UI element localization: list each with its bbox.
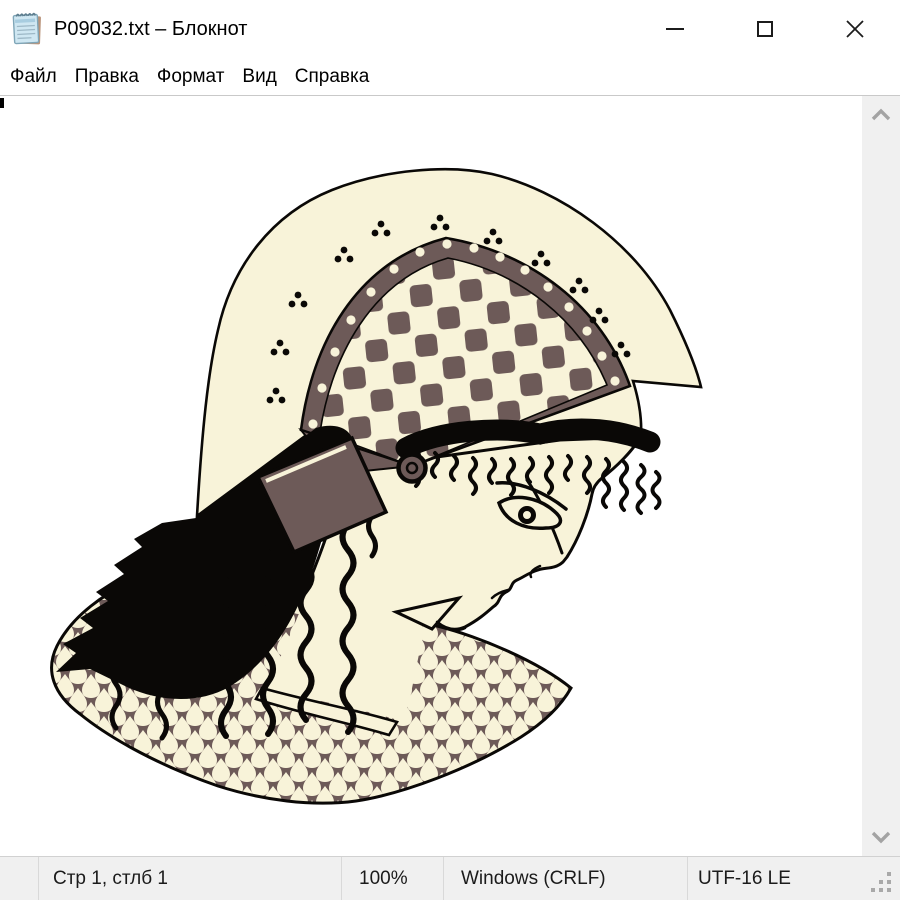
menu-edit[interactable]: Правка [66, 58, 148, 95]
notepad-window: { "window": { "title": "P09032.txt – Бло… [0, 0, 900, 900]
crest-rosette [399, 455, 426, 482]
minimize-button[interactable] [630, 0, 720, 58]
maximize-button[interactable] [720, 0, 810, 58]
notepad-icon [9, 10, 45, 48]
menu-view[interactable]: Вид [233, 58, 285, 95]
menu-bar: Файл Правка Формат Вид Справка [0, 58, 900, 96]
scroll-up-button[interactable] [862, 96, 900, 134]
vertical-scrollbar[interactable] [862, 96, 900, 856]
chevron-up-icon [870, 108, 892, 122]
close-button[interactable] [810, 0, 900, 58]
close-icon [845, 19, 865, 39]
window-controls [630, 0, 900, 58]
status-line-ending: Windows (CRLF) [443, 857, 687, 900]
status-spacer [0, 857, 38, 900]
menu-format[interactable]: Формат [148, 58, 234, 95]
minimize-icon [666, 28, 684, 30]
maximize-icon [757, 21, 773, 37]
menu-help[interactable]: Справка [286, 58, 379, 95]
resize-grip-icon[interactable] [868, 869, 894, 895]
status-zoom-level: 100% [341, 857, 443, 900]
status-cursor-position: Стр 1, стлб 1 [38, 857, 341, 900]
window-title: P09032.txt – Блокнот [54, 18, 247, 41]
chevron-down-icon [870, 830, 892, 844]
ascii-art-image [0, 96, 862, 856]
title-bar: P09032.txt – Блокнот [0, 0, 900, 58]
scroll-down-button[interactable] [862, 818, 900, 856]
status-bar: Стр 1, стлб 1 100% Windows (CRLF) UTF-16… [0, 856, 900, 900]
text-area[interactable] [0, 96, 900, 856]
menu-file[interactable]: Файл [1, 58, 66, 95]
